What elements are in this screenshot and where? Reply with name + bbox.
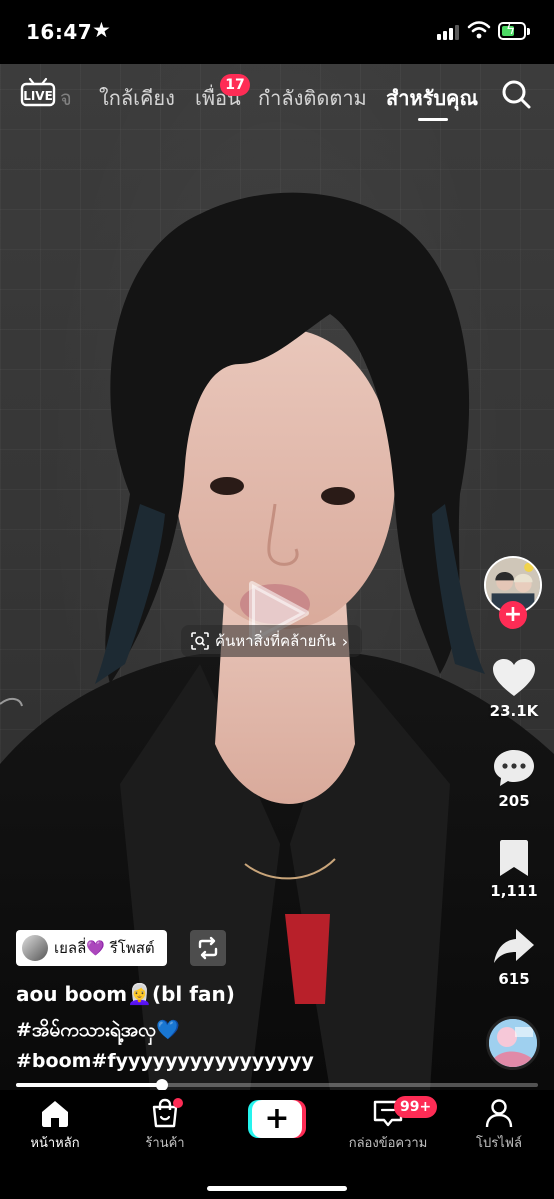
comment-icon	[494, 750, 534, 786]
create-button[interactable]: +	[248, 1100, 306, 1138]
share-count: 615	[498, 970, 530, 988]
save-button[interactable]: 1,111	[484, 838, 544, 900]
visual-search-icon	[191, 632, 209, 650]
tab-inbox[interactable]: 99+ กล่องข้อความ	[338, 1096, 438, 1153]
tab-shop[interactable]: ร้านค้า	[115, 1098, 215, 1153]
home-indicator	[207, 1186, 347, 1191]
friends-badge: 17	[220, 74, 250, 96]
live-label: LIVE	[23, 89, 53, 103]
tab-profile[interactable]: โปรไฟล์	[449, 1098, 549, 1153]
share-button[interactable]: 615	[484, 926, 544, 988]
share-arrow-icon	[494, 929, 534, 963]
status-bar: 16:47 ★ ϟ	[0, 0, 554, 64]
follow-plus-button[interactable]: +	[499, 601, 527, 629]
similar-search-chip[interactable]: ค้นหาสิ่งที่คล้ายกัน ›	[181, 625, 363, 657]
creator-username[interactable]: aou boom👩‍🦳(bl fan)	[16, 982, 235, 1006]
progress-fill	[16, 1083, 163, 1087]
status-time: 16:47	[26, 20, 93, 44]
battery-icon: ϟ	[498, 22, 526, 40]
caption-hashtags-line1[interactable]: #အိမ်ကသားရဲ့အလှ💙	[16, 1018, 180, 1046]
plus-icon: +	[252, 1100, 302, 1138]
tab-nearby[interactable]: ใกล้เคียง	[99, 82, 175, 114]
music-cover-image	[489, 1019, 537, 1067]
tab-following[interactable]: กำลังติดตาม	[258, 82, 367, 114]
reposter-avatar	[22, 935, 48, 961]
repost-label: เยลลี่💜 รีโพสต์	[54, 939, 155, 957]
heart-icon	[493, 659, 535, 696]
profile-icon	[485, 1099, 513, 1128]
tab-shop-label: ร้านค้า	[145, 1136, 185, 1151]
tab-home[interactable]: หน้าหลัก	[5, 1098, 105, 1153]
similar-search-label: ค้นหาสิ่งที่คล้ายกัน	[215, 632, 336, 650]
bookmark-icon	[500, 840, 528, 876]
chevron-right-icon: ›	[341, 631, 349, 651]
tab-inbox-label: กล่องข้อความ	[348, 1136, 428, 1151]
home-icon	[42, 1101, 68, 1127]
save-count: 1,111	[490, 882, 538, 900]
app-screen: ค้นหาสิ่งที่คล้ายกัน › 16:47 ★ ϟ LIVE จ …	[0, 0, 554, 1199]
top-nav: LIVE จ ใกล้เคียง เพื่อน 17 กำลังติดตาม ส…	[0, 74, 554, 121]
repost-icon	[198, 936, 218, 960]
tab-for-you[interactable]: สำหรับคุณ	[386, 82, 478, 114]
active-tab-indicator	[418, 118, 448, 121]
tab-profile-label: โปรไฟล์	[476, 1136, 522, 1151]
caption-hashtags-line2[interactable]: #boom#fyyyyyyyyyyyyyyyy	[16, 1050, 314, 1072]
wifi-icon	[467, 21, 491, 39]
nav-faded-text: จ	[60, 86, 72, 110]
repost-button[interactable]	[190, 930, 226, 966]
shop-notification-dot	[173, 1098, 183, 1108]
bottom-nav: หน้าหลัก ร้านค้า + 99+ กล่องข้อความ โปรไ…	[0, 1090, 554, 1199]
cellular-signal-icon	[437, 24, 459, 40]
charging-bolt-icon: ϟ	[506, 22, 516, 38]
comment-button[interactable]: 205	[484, 748, 544, 810]
repost-chip[interactable]: เยลลี่💜 รีโพสต์	[16, 930, 167, 966]
tab-home-label: หน้าหลัก	[30, 1136, 80, 1151]
search-icon[interactable]	[500, 78, 532, 110]
like-button[interactable]: 23.1K	[484, 658, 544, 720]
comment-count: 205	[498, 792, 530, 810]
battery-cap	[527, 28, 530, 35]
inbox-badge: 99+	[394, 1096, 438, 1118]
live-icon[interactable]: LIVE	[20, 77, 56, 107]
star-icon: ★	[92, 18, 111, 42]
like-count: 23.1K	[489, 702, 539, 720]
video-progress-bar[interactable]	[16, 1079, 538, 1091]
music-disc[interactable]	[486, 1016, 540, 1070]
